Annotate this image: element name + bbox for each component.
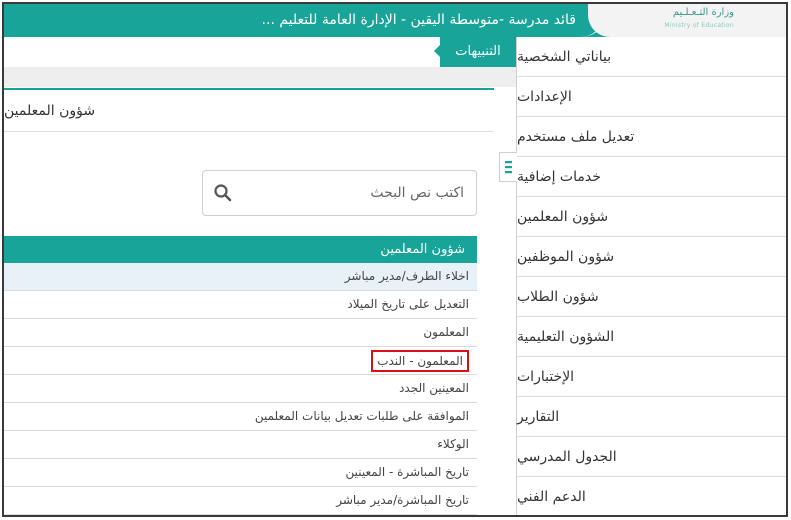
app-window: قائد مدرسة -متوسطة اليقين - الإدارة العا… — [2, 2, 788, 517]
sidebar-item-label: الإعدادات — [517, 88, 572, 105]
sidebar-item-exams[interactable]: الإختبارات — [517, 357, 786, 397]
panel-title: شؤون المعلمين — [4, 90, 494, 132]
search-input[interactable]: اكتب نص البحث — [202, 170, 477, 216]
list-item[interactable]: المعلمون — [4, 319, 477, 347]
search-placeholder: اكتب نص البحث — [370, 185, 464, 201]
sidebar-item-reports[interactable]: التقارير — [517, 397, 786, 437]
list-item-label: الموافقة على طلبات تعديل بيانات المعلمين — [254, 409, 469, 423]
ministry-logo[interactable]: وزارة التـعـلـيم Ministry of Education — [588, 4, 786, 37]
list-item-label: تاريخ المباشرة - المعينين — [345, 465, 469, 479]
list-item-label: اخلاء الطرف/مدير مباشر — [344, 269, 469, 283]
notifications-tab[interactable]: التنبيهات — [434, 37, 516, 67]
sidebar-item-extra-services[interactable]: خدمات إضافية — [517, 157, 786, 197]
sidebar-item-personal-data[interactable]: بياناتي الشخصية — [517, 37, 786, 77]
sidebar-item-label: الشؤون التعليمية — [517, 328, 615, 345]
sidebar-item-label: شؤون المعلمين — [517, 208, 609, 225]
notifications-bar: التنبيهات — [4, 37, 516, 67]
sidebar-item-teachers[interactable]: شؤون المعلمين — [517, 197, 786, 237]
list-item-label: تاريخ المباشرة/مدير مباشر — [336, 493, 469, 507]
sidebar-item-label: الإختبارات — [517, 368, 575, 385]
list-item-label: التعديل على تاريخ الميلاد — [347, 297, 469, 311]
sidebar-item-support[interactable]: الدعم الفني — [517, 477, 786, 515]
sidebar-item-employees[interactable]: شؤون الموظفين — [517, 237, 786, 277]
sidebar-item-edit-user[interactable]: تعديل ملف مستخدم — [517, 117, 786, 157]
list-item-label: المعلمون — [423, 325, 469, 339]
logo-text: وزارة التـعـلـيم — [672, 7, 734, 18]
list-item-label: الوكلاء — [437, 437, 469, 451]
sidebar-item-label: تعديل ملف مستخدم — [517, 128, 635, 145]
list-item-label: المعينين الجدد — [399, 381, 469, 395]
list-header: شؤون المعلمين — [4, 236, 477, 263]
sidebar-item-students[interactable]: شؤون الطلاب — [517, 277, 786, 317]
list-item[interactable]: الموافقة على طلبات تعديل بيانات المعلمين — [4, 403, 477, 431]
sidebar-item-label: بياناتي الشخصية — [517, 48, 612, 65]
divider-band — [4, 67, 516, 87]
sidebar-item-education-affairs[interactable]: الشؤون التعليمية — [517, 317, 786, 357]
list-item[interactable]: تاريخ المباشرة - المعينين — [4, 459, 477, 487]
list-item-highlighted[interactable]: المعلمون - الندب — [4, 347, 477, 375]
list-item[interactable]: المعينين الجدد — [4, 375, 477, 403]
hamburger-icon — [504, 160, 513, 174]
sidebar-item-settings[interactable]: الإعدادات — [517, 77, 786, 117]
search-icon[interactable] — [213, 183, 233, 203]
logo-subtext: Ministry of Education — [664, 22, 734, 29]
teachers-menu-list: اخلاء الطرف/مدير مباشر التعديل على تاريخ… — [4, 263, 477, 515]
sidebar-toggle[interactable] — [499, 152, 517, 182]
list-item-label: المعلمون - الندب — [371, 350, 469, 372]
content-panel: شؤون المعلمين اكتب نص البحث شؤون المعلمي… — [4, 88, 494, 515]
sidebar-item-schedule[interactable]: الجدول المدرسي — [517, 437, 786, 477]
sidebar-item-label: الدعم الفني — [517, 488, 586, 505]
list-item[interactable]: الوكلاء — [4, 431, 477, 459]
top-bar: قائد مدرسة -متوسطة اليقين - الإدارة العا… — [4, 4, 786, 37]
sidebar: بياناتي الشخصية الإعدادات تعديل ملف مستخ… — [499, 37, 786, 515]
sidebar-item-label: التقارير — [517, 408, 560, 425]
page-title: قائد مدرسة -متوسطة اليقين - الإدارة العا… — [261, 12, 576, 28]
sidebar-item-label: شؤون الموظفين — [517, 248, 615, 265]
list-item[interactable]: اخلاء الطرف/مدير مباشر — [4, 263, 477, 291]
list-item[interactable]: التعديل على تاريخ الميلاد — [4, 291, 477, 319]
list-item[interactable]: تاريخ المباشرة/مدير مباشر — [4, 487, 477, 515]
sidebar-item-label: خدمات إضافية — [517, 168, 601, 185]
sidebar-item-label: شؤون الطلاب — [517, 288, 599, 305]
sidebar-item-label: الجدول المدرسي — [517, 448, 617, 465]
